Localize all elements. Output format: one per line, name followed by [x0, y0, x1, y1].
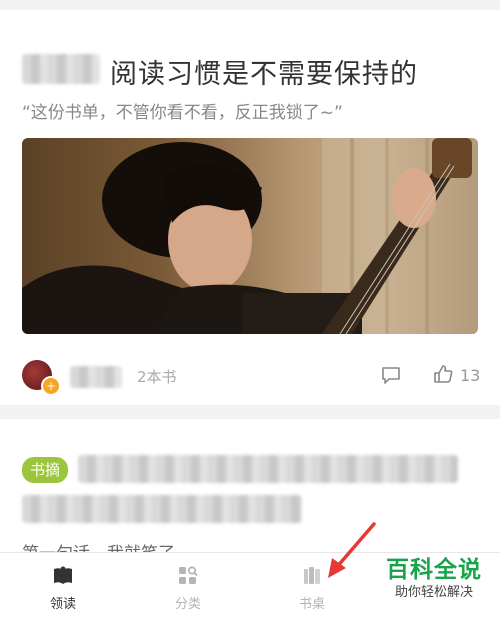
- brand-slogan: 助你轻松解决: [394, 585, 473, 600]
- booklist-card[interactable]: 阅读习惯是不需要保持的 “这份书单，不管你看不看，反正我锁了~” + 2本书 1…: [0, 10, 500, 405]
- tab-label: 书桌: [298, 597, 325, 612]
- tab-label: 领读: [49, 597, 76, 612]
- tab-lingdu[interactable]: 领读: [3, 553, 123, 618]
- excerpt-text: 第一句话，我就笑了: [22, 539, 175, 552]
- excerpt-tag: 书摘: [22, 457, 69, 483]
- grid-search-icon: [179, 566, 198, 584]
- excerpt-line-1-blurred: [78, 455, 458, 483]
- username-blurred[interactable]: [70, 366, 122, 388]
- cover-photo[interactable]: [22, 138, 478, 334]
- like-count: 13: [460, 366, 481, 385]
- booklist-subtitle: “这份书单，不管你看不看，反正我锁了~”: [22, 103, 343, 123]
- thumbs-up-icon[interactable]: [432, 363, 454, 385]
- card-separator: [0, 405, 500, 419]
- plus-badge-icon: +: [41, 376, 61, 396]
- comment-icon[interactable]: [380, 364, 402, 386]
- top-separator: [0, 0, 500, 10]
- tab-fenlei[interactable]: 分类: [128, 553, 248, 618]
- excerpt-line-2-blurred: [22, 495, 302, 523]
- booklist-title[interactable]: 阅读习惯是不需要保持的: [110, 52, 418, 91]
- booklist-meta: + 2本书 13: [22, 358, 481, 396]
- brand-watermark: 百科全说 助你轻松解决: [372, 556, 496, 602]
- author-name-blurred: [22, 54, 100, 84]
- tab-label: 分类: [174, 597, 201, 612]
- red-arrow-icon: [328, 522, 376, 578]
- person-with-guitar-photo: [22, 138, 478, 334]
- book-open-icon: [54, 566, 72, 584]
- book-count: 2本书: [137, 368, 177, 386]
- brand-name: 百科全说: [386, 557, 482, 583]
- excerpt-card[interactable]: 书摘 第一句话，我就笑了: [0, 419, 500, 552]
